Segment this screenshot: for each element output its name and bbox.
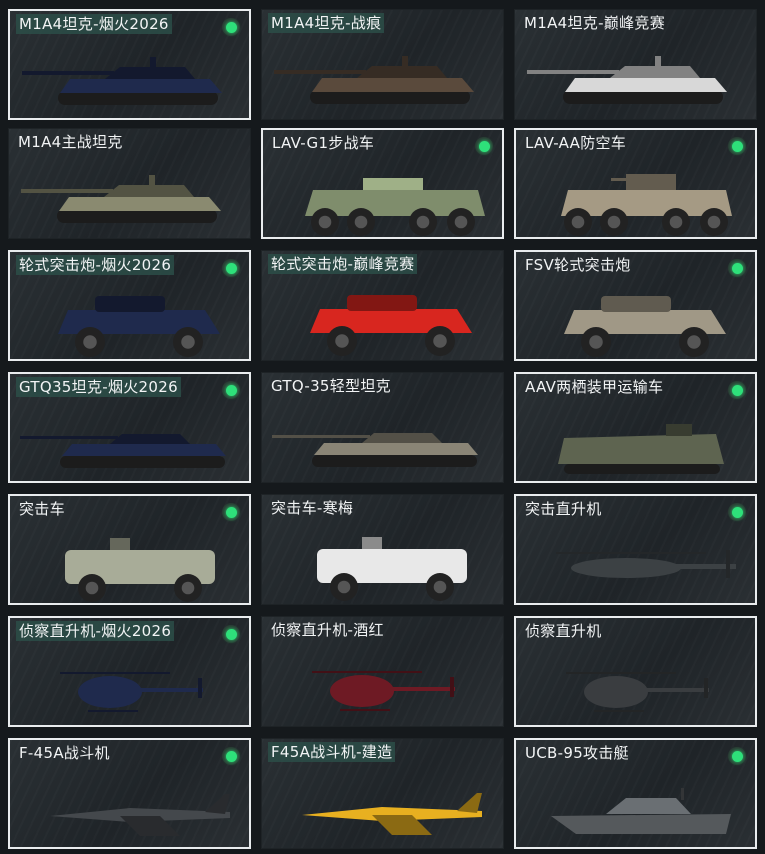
- vehicle-skin-card[interactable]: LAV-G1步战车: [261, 128, 504, 239]
- scout-helicopter-icon: [566, 672, 709, 712]
- owned-status-icon: [222, 381, 240, 399]
- vehicle-skin-name: M1A4主战坦克: [18, 133, 123, 151]
- owned-status-icon: [728, 747, 746, 765]
- armored-car-icon: [58, 296, 220, 357]
- vehicle-skin-name: M1A4坦克-巅峰竞赛: [524, 14, 666, 32]
- vehicle-skin-card[interactable]: 侦察直升机-烟火2026: [8, 616, 251, 727]
- tank-icon: [274, 56, 474, 104]
- owned-status-icon: [222, 259, 240, 277]
- vehicle-skin-card[interactable]: GTQ-35轻型坦克: [261, 372, 504, 483]
- vehicle-skin-card[interactable]: 突击车: [8, 494, 251, 605]
- vehicle-skin-card[interactable]: GTQ35坦克-烟火2026: [8, 372, 251, 483]
- scout-helicopter-icon: [312, 671, 455, 711]
- owned-status-icon: [728, 503, 746, 521]
- owned-status-icon: [222, 503, 240, 521]
- fighter-jet-icon: [50, 794, 230, 836]
- vehicle-skin-card[interactable]: AAV两栖装甲运输车: [514, 372, 757, 483]
- owned-status-icon: [728, 137, 746, 155]
- attack-boat-icon: [551, 788, 731, 834]
- vehicle-skin-card[interactable]: FSV轮式突击炮: [514, 250, 757, 361]
- vehicle-skin-name: GTQ-35轻型坦克: [271, 377, 391, 395]
- vehicle-skin-name: LAV-G1步战车: [272, 134, 375, 152]
- assault-vehicle-icon: [317, 537, 467, 601]
- tank-icon: [21, 175, 221, 223]
- vehicle-skin-card[interactable]: 突击车-寒梅: [261, 494, 504, 605]
- vehicle-skin-name: F45A战斗机-建造: [268, 742, 396, 762]
- vehicle-skin-name: 轮式突击炮-巅峰竞赛: [268, 254, 418, 274]
- owned-status-icon: [222, 625, 240, 643]
- vehicle-skin-card[interactable]: 突击直升机: [514, 494, 757, 605]
- vehicle-skin-name: 轮式突击炮-烟火2026: [16, 255, 175, 275]
- vehicle-skin-name: M1A4坦克-烟火2026: [16, 14, 172, 34]
- vehicle-skin-name: F-45A战斗机: [19, 744, 110, 762]
- armored-car-icon: [310, 295, 472, 356]
- vehicle-skin-card[interactable]: M1A4坦克-战痕: [261, 9, 504, 120]
- vehicle-skin-name: 侦察直升机-烟火2026: [16, 621, 175, 641]
- vehicle-skin-name: 侦察直升机: [525, 622, 602, 640]
- vehicle-skin-card[interactable]: 轮式突击炮-巅峰竞赛: [261, 250, 504, 361]
- owned-status-icon: [728, 259, 746, 277]
- vehicle-skin-card[interactable]: LAV-AA防空车: [514, 128, 757, 239]
- vehicle-skin-name: 突击车-寒梅: [271, 499, 354, 517]
- aa-vehicle-icon: [561, 174, 732, 236]
- vehicle-skin-card[interactable]: M1A4坦克-烟火2026: [8, 9, 251, 120]
- vehicle-skin-name: GTQ35坦克-烟火2026: [16, 377, 181, 397]
- attack-helicopter-icon: [556, 550, 736, 578]
- owned-status-icon: [222, 747, 240, 765]
- light-tank-icon: [20, 434, 226, 468]
- vehicle-skin-card[interactable]: UCB-95攻击艇: [514, 738, 757, 849]
- vehicle-skin-name: LAV-AA防空车: [525, 134, 627, 152]
- vehicle-skin-name: UCB-95攻击艇: [525, 744, 629, 762]
- vehicle-skin-grid: M1A4坦克-烟火2026 M1A4坦克-战痕 M1A4坦克-巅峰竞赛 M1A4…: [0, 0, 765, 854]
- amphibious-vehicle-icon: [558, 424, 724, 474]
- assault-vehicle-icon: [65, 538, 215, 602]
- vehicle-skin-card[interactable]: F45A战斗机-建造: [261, 738, 504, 849]
- vehicle-skin-name: M1A4坦克-战痕: [268, 13, 385, 33]
- vehicle-skin-card[interactable]: F-45A战斗机: [8, 738, 251, 849]
- scout-helicopter-icon: [60, 672, 203, 712]
- owned-status-icon: [222, 18, 240, 36]
- vehicle-skin-card[interactable]: 侦察直升机-酒红: [261, 616, 504, 727]
- vehicle-skin-card[interactable]: 轮式突击炮-烟火2026: [8, 250, 251, 361]
- owned-status-icon: [728, 381, 746, 399]
- light-tank-icon: [272, 433, 478, 467]
- ifv-icon: [305, 178, 485, 236]
- vehicle-skin-name: FSV轮式突击炮: [525, 256, 631, 274]
- vehicle-skin-name: AAV两栖装甲运输车: [525, 378, 664, 396]
- vehicle-skin-name: 突击车: [19, 500, 65, 518]
- fighter-jet-icon: [302, 793, 482, 835]
- vehicle-skin-card[interactable]: 侦察直升机: [514, 616, 757, 727]
- vehicle-skin-name: 侦察直升机-酒红: [271, 621, 384, 639]
- vehicle-skin-name: 突击直升机: [525, 500, 602, 518]
- armored-car-icon: [564, 296, 726, 357]
- tank-icon: [22, 57, 222, 105]
- owned-status-icon: [475, 137, 493, 155]
- vehicle-skin-card[interactable]: M1A4主战坦克: [8, 128, 251, 239]
- vehicle-skin-card[interactable]: M1A4坦克-巅峰竞赛: [514, 9, 757, 120]
- tank-icon: [527, 56, 727, 104]
